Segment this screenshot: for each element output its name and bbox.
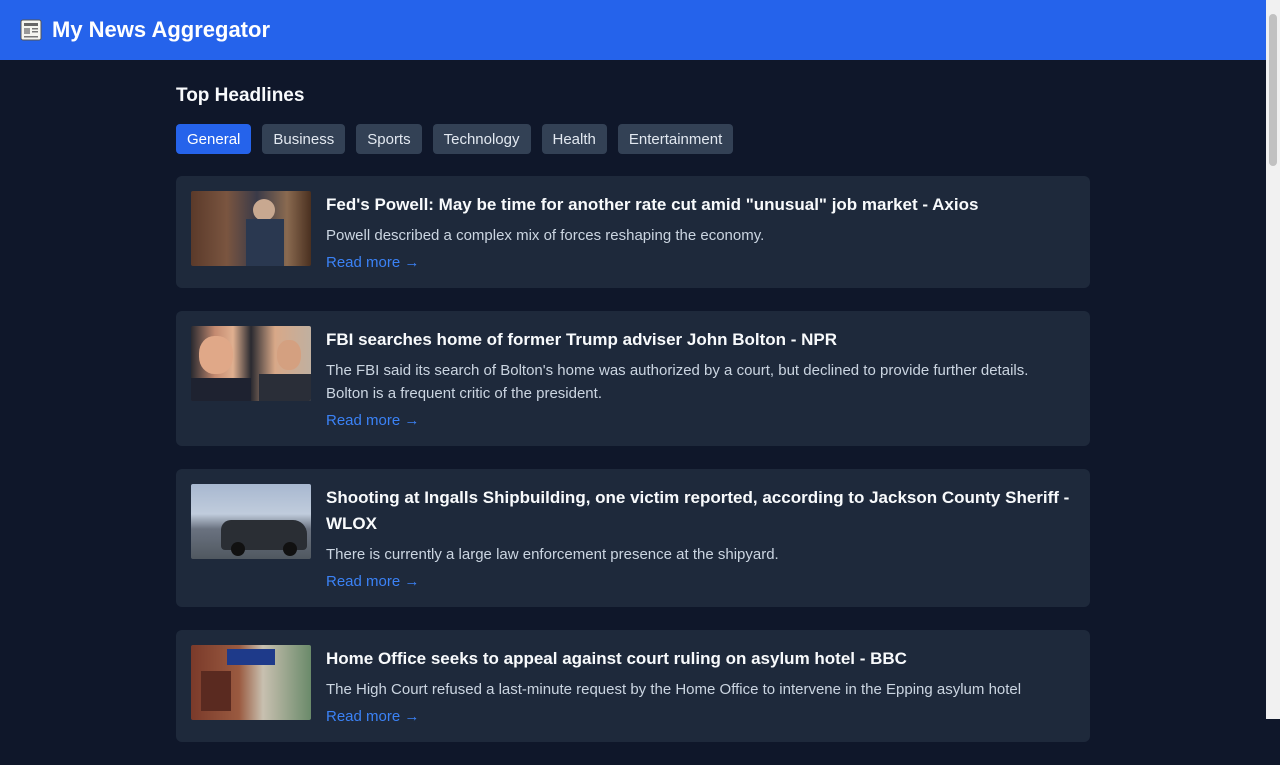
article-body: Fed's Powell: May be time for another ra… xyxy=(326,191,1075,272)
thumbnail-figure xyxy=(253,199,275,221)
article-headline[interactable]: Fed's Powell: May be time for another ra… xyxy=(326,192,1075,218)
article-card: FBI searches home of former Trump advise… xyxy=(176,311,1090,446)
thumbnail-suit xyxy=(259,374,311,401)
read-more-link[interactable]: Read more → xyxy=(326,254,419,271)
tab-health[interactable]: Health xyxy=(541,124,607,154)
article-thumbnail[interactable] xyxy=(191,191,311,266)
article-headline[interactable]: Home Office seeks to appeal against cour… xyxy=(326,646,1075,672)
article-list: Fed's Powell: May be time for another ra… xyxy=(176,176,1090,765)
read-more-link[interactable]: Read more → xyxy=(326,412,419,429)
article-thumbnail[interactable] xyxy=(191,645,311,720)
scrollbar-thumb[interactable] xyxy=(1269,14,1277,166)
article-description: The FBI said its search of Bolton's home… xyxy=(326,362,1029,402)
app-title: My News Aggregator xyxy=(52,17,271,42)
article-description: The High Court refused a last-minute req… xyxy=(326,681,1022,698)
tab-entertainment[interactable]: Entertainment xyxy=(617,124,734,154)
tab-sports[interactable]: Sports xyxy=(356,124,422,154)
page-scrollbar[interactable] xyxy=(1266,0,1280,719)
article-description: Powell described a complex mix of forces… xyxy=(326,227,765,244)
thumbnail-face xyxy=(277,340,301,370)
article-card: Fed's Powell: May be time for another ra… xyxy=(176,176,1090,288)
app-header: My News Aggregator xyxy=(0,0,1266,60)
thumbnail-wheel xyxy=(283,542,297,556)
thumbnail-wheel xyxy=(231,542,245,556)
article-body: Home Office seeks to appeal against cour… xyxy=(326,645,1075,726)
tab-general[interactable]: General xyxy=(176,124,252,154)
newspaper-icon xyxy=(18,17,44,43)
read-more-link[interactable]: Read more → xyxy=(326,573,419,590)
article-headline[interactable]: FBI searches home of former Trump advise… xyxy=(326,327,1075,353)
article-card: Shooting at Ingalls Shipbuilding, one vi… xyxy=(176,469,1090,607)
article-thumbnail[interactable] xyxy=(191,326,311,401)
article-headline[interactable]: Shooting at Ingalls Shipbuilding, one vi… xyxy=(326,485,1075,537)
category-tabs: General Business Sports Technology Healt… xyxy=(176,124,734,154)
tab-technology[interactable]: Technology xyxy=(432,124,531,154)
thumbnail-figure-body xyxy=(246,219,284,266)
article-description: There is currently a large law enforceme… xyxy=(326,546,779,563)
thumbnail-suit xyxy=(191,378,251,401)
article-body: FBI searches home of former Trump advise… xyxy=(326,326,1075,430)
article-thumbnail[interactable] xyxy=(191,484,311,559)
section-title: Top Headlines xyxy=(176,85,305,106)
thumbnail-sign xyxy=(227,649,275,665)
article-card: Home Office seeks to appeal against cour… xyxy=(176,630,1090,742)
article-body: Shooting at Ingalls Shipbuilding, one vi… xyxy=(326,484,1075,591)
thumbnail-building xyxy=(201,671,231,711)
read-more-link[interactable]: Read more → xyxy=(326,708,419,725)
tab-business[interactable]: Business xyxy=(262,124,346,154)
thumbnail-face xyxy=(199,336,233,374)
